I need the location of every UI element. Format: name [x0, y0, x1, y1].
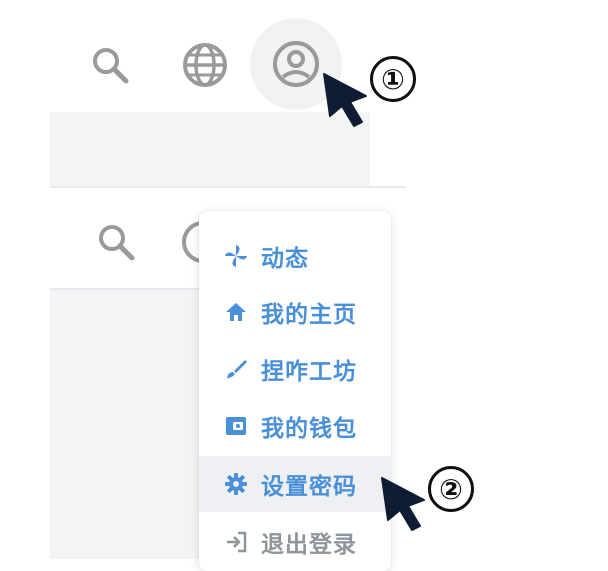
pinwheel-icon [223, 243, 249, 269]
home-icon [223, 299, 249, 325]
menu-item-feed[interactable]: 动态 [199, 228, 391, 284]
menu-item-label: 动态 [261, 246, 309, 272]
step-2-badge: ② [428, 466, 474, 512]
user-dropdown-menu: 动态 我的主页 捏咋工坊 我的钱包 设置密码 退出登录 [199, 211, 391, 571]
gear-icon [223, 471, 249, 497]
divider [50, 186, 406, 188]
brush-icon [223, 356, 249, 382]
content-band-right [370, 112, 608, 186]
search-icon[interactable] [92, 218, 140, 266]
menu-item-set-password[interactable]: 设置密码 [199, 456, 391, 512]
globe-icon[interactable] [178, 38, 232, 92]
logout-icon [223, 529, 249, 555]
wallet-icon [223, 413, 249, 439]
content-band [50, 290, 200, 559]
search-icon[interactable] [86, 41, 134, 89]
menu-item-label: 设置密码 [261, 474, 357, 500]
user-avatar-icon[interactable] [270, 38, 322, 90]
menu-item-workshop[interactable]: 捏咋工坊 [199, 341, 391, 397]
menu-item-label: 捏咋工坊 [261, 359, 357, 385]
menu-item-wallet[interactable]: 我的钱包 [199, 398, 391, 454]
step-1-badge: ① [370, 56, 416, 102]
menu-item-label: 退出登录 [261, 532, 357, 558]
cursor-arrow-icon [376, 472, 436, 536]
menu-item-label: 我的钱包 [261, 416, 357, 442]
cursor-arrow-icon [318, 68, 378, 132]
menu-item-homepage[interactable]: 我的主页 [199, 284, 391, 340]
menu-item-logout[interactable]: 退出登录 [199, 514, 391, 570]
menu-item-label: 我的主页 [261, 302, 357, 328]
